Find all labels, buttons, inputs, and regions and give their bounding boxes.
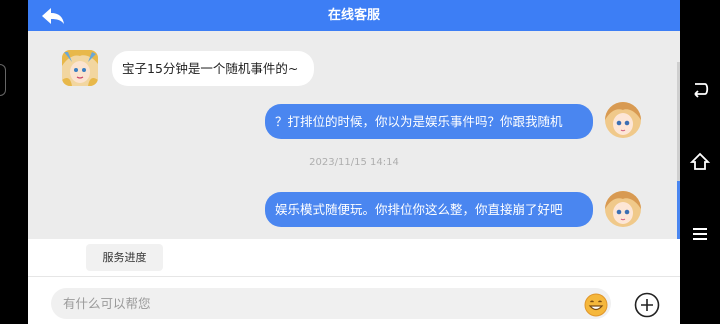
plus-circle-icon[interactable] bbox=[634, 292, 660, 318]
user-avatar bbox=[605, 102, 641, 138]
page-title: 在线客服 bbox=[327, 8, 380, 23]
system-nav-bar bbox=[680, 0, 720, 324]
user-avatar bbox=[605, 191, 641, 227]
customer-service-screen: 在线客服 宝子15分钟是一个随机事件的~ ？打排位的时候，你以为是娱乐事件吗？你… bbox=[28, 0, 680, 324]
service-progress-button[interactable]: 服务进度 bbox=[86, 244, 163, 271]
top-bar: 在线客服 bbox=[28, 0, 680, 31]
edge-handle[interactable] bbox=[0, 64, 6, 96]
input-bar bbox=[28, 276, 680, 324]
smiley-icon[interactable] bbox=[584, 293, 608, 317]
outgoing-message-bubble[interactable]: ？打排位的时候，你以为是娱乐事件吗？你跟我随机 bbox=[265, 104, 593, 139]
chat-area[interactable]: 宝子15分钟是一个随机事件的~ ？打排位的时候，你以为是娱乐事件吗？你跟我随机 … bbox=[28, 31, 680, 266]
quick-actions-bar: 服务进度 bbox=[28, 239, 680, 276]
android-back-icon[interactable] bbox=[688, 78, 712, 102]
message-timestamp: 2023/11/15 14:14 bbox=[309, 157, 399, 168]
android-menu-icon[interactable] bbox=[688, 222, 712, 246]
message-input[interactable] bbox=[51, 288, 611, 319]
incoming-message-bubble[interactable]: 宝子15分钟是一个随机事件的~ bbox=[112, 51, 314, 86]
outgoing-message-bubble[interactable]: 娱乐模式随便玩。你排位你这么整，你直接崩了好吧 bbox=[265, 192, 593, 227]
agent-avatar bbox=[62, 50, 98, 86]
android-home-icon[interactable] bbox=[688, 150, 712, 174]
